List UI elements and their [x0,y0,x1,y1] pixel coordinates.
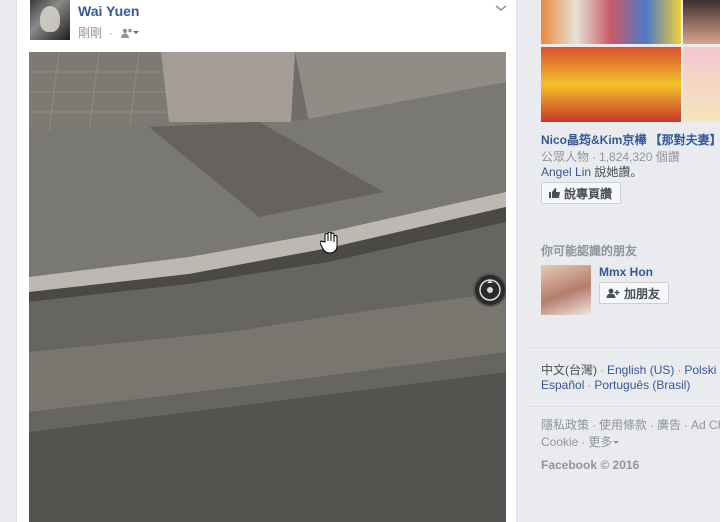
add-friend-label: 加朋友 [624,286,661,301]
post-card: Wai Yuen 剛剛 · [16,0,517,522]
suggested-friend-name[interactable]: Mmx Hon [599,265,653,279]
suggested-friend-avatar[interactable] [541,265,591,315]
language-list: 中文(台灣) · English (US) · Polski [541,361,716,378]
meta-separator: · [592,150,597,164]
footer-links-row-2: Cookie · 更多 [541,433,620,450]
separator: · [677,363,682,377]
footer-link-ads[interactable]: 廣告 [657,418,681,432]
language-option[interactable]: Español [541,378,584,392]
page-name[interactable]: Nico晶筠&Kim京樺 【那對夫妻】 [541,131,720,148]
add-friend-button[interactable]: 加朋友 [599,282,670,304]
divider [528,347,720,348]
friends-icon[interactable] [120,28,142,38]
page-cover-image[interactable] [541,0,681,44]
page-cover-image[interactable] [683,0,720,44]
separator: · [581,435,586,449]
like-page-label: 說專頁讚 [564,186,613,201]
post-meta: 剛剛 · [78,24,142,41]
page-cover-image[interactable] [683,47,720,122]
footer-link-adchoices[interactable]: Ad Choices [691,418,720,432]
separator: · [600,363,604,377]
like-page-button[interactable]: 說專頁讚 [541,182,622,204]
friend-name-link[interactable]: Angel Lin [541,165,591,179]
thumbs-up-icon [549,188,560,198]
author-name[interactable]: Wai Yuen [78,3,139,19]
footer-link-terms[interactable]: 使用條款 [599,418,647,432]
language-option[interactable]: English (US) [607,363,674,377]
page-cover-image[interactable] [541,47,681,122]
add-friend-icon [606,288,620,298]
post-photo-360[interactable] [29,52,506,522]
caret-down-icon [613,441,620,444]
photo-scene [29,52,506,522]
post-timestamp[interactable]: 剛剛 [78,24,102,41]
suggested-friends-title: 你可能認識的朋友 [541,244,638,258]
divider [528,406,720,407]
friend-action-text: 說她讚。 [591,165,643,179]
friend-like-text: Angel Lin 說她讚。 [541,163,642,180]
separator: · [684,418,689,432]
copyright: Facebook © 2016 [541,458,640,472]
separator: · [650,418,655,432]
language-option[interactable]: Polski [684,363,716,377]
chevron-down-icon[interactable] [494,2,508,14]
page-likes: 1,824,320 個讚 [599,150,680,164]
page-category: 公眾人物 [541,150,590,164]
footer-link-privacy[interactable]: 隱私政策 [541,418,589,432]
author-avatar[interactable] [30,0,70,40]
language-current: 中文(台灣) [541,363,597,377]
footer-link-cookies[interactable]: Cookie [541,435,578,449]
footer-links: 隱私政策·使用條款·廣告·Ad Choices [541,416,720,433]
separator: · [587,378,592,392]
language-list-row-2: Español · Português (Brasil) [541,378,690,392]
hand-cursor-icon [320,232,338,254]
language-option[interactable]: Português (Brasil) [594,378,690,392]
360-view-icon[interactable] [473,273,506,307]
meta-separator: · [109,25,114,40]
separator: · [592,418,597,432]
footer-link-more[interactable]: 更多 [588,435,612,449]
